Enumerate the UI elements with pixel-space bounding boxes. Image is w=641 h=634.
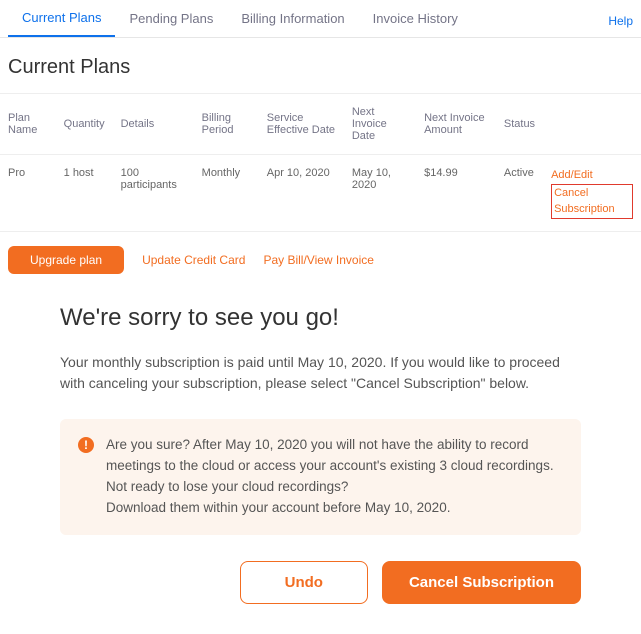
table-row: Pro 1 host 100 participants Monthly Apr … xyxy=(0,155,641,232)
col-status: Status xyxy=(496,94,543,155)
cell-quantity: 1 host xyxy=(56,155,113,232)
cell-next-invoice-date: May 10, 2020 xyxy=(344,155,416,232)
upgrade-plan-button[interactable]: Upgrade plan xyxy=(8,246,124,274)
plan-actions-row: Upgrade plan Update Credit Card Pay Bill… xyxy=(0,232,641,294)
add-edit-link[interactable]: Add/Edit xyxy=(551,167,633,184)
help-link[interactable]: Help xyxy=(608,14,633,28)
plans-table: Plan Name Quantity Details Billing Perio… xyxy=(0,93,641,232)
alert-line-3: Download them within your account before… xyxy=(106,498,563,519)
cell-status: Active xyxy=(496,155,543,232)
col-plan-name: Plan Name xyxy=(0,94,56,155)
pay-bill-link[interactable]: Pay Bill/View Invoice xyxy=(263,253,374,267)
tab-current-plans[interactable]: Current Plans xyxy=(8,0,115,37)
cell-details: 100 participants xyxy=(113,155,194,232)
col-details: Details xyxy=(113,94,194,155)
tab-billing-information[interactable]: Billing Information xyxy=(227,1,358,36)
alert-line-1: Are you sure? After May 10, 2020 you wil… xyxy=(106,435,563,477)
cancel-subscription-link[interactable]: Cancel Subscription xyxy=(554,185,630,218)
nav-tabs: Current Plans Pending Plans Billing Info… xyxy=(0,0,641,38)
col-effective-date: Service Effective Date xyxy=(259,94,344,155)
page-title: Current Plans xyxy=(8,56,641,79)
cell-next-invoice-amount: $14.99 xyxy=(416,155,496,232)
alert-line-2: Not ready to lose your cloud recordings? xyxy=(106,477,563,498)
dialog-body: Your monthly subscription is paid until … xyxy=(60,352,581,395)
tab-invoice-history[interactable]: Invoice History xyxy=(359,1,472,36)
update-credit-card-link[interactable]: Update Credit Card xyxy=(142,253,245,267)
cancel-subscription-button[interactable]: Cancel Subscription xyxy=(382,561,581,604)
cancel-dialog: We're sorry to see you go! Your monthly … xyxy=(0,304,641,634)
undo-button[interactable]: Undo xyxy=(240,561,368,604)
cell-billing-period: Monthly xyxy=(194,155,259,232)
alert-box: ! Are you sure? After May 10, 2020 you w… xyxy=(60,419,581,535)
exclamation-icon: ! xyxy=(78,437,94,453)
col-quantity: Quantity xyxy=(56,94,113,155)
col-billing-period: Billing Period xyxy=(194,94,259,155)
dialog-title: We're sorry to see you go! xyxy=(60,304,581,332)
cell-effective-date: Apr 10, 2020 xyxy=(259,155,344,232)
col-next-invoice-date: Next Invoice Date xyxy=(344,94,416,155)
tab-pending-plans[interactable]: Pending Plans xyxy=(115,1,227,36)
col-next-invoice-amount: Next Invoice Amount xyxy=(416,94,496,155)
cell-plan-name: Pro xyxy=(0,155,56,232)
